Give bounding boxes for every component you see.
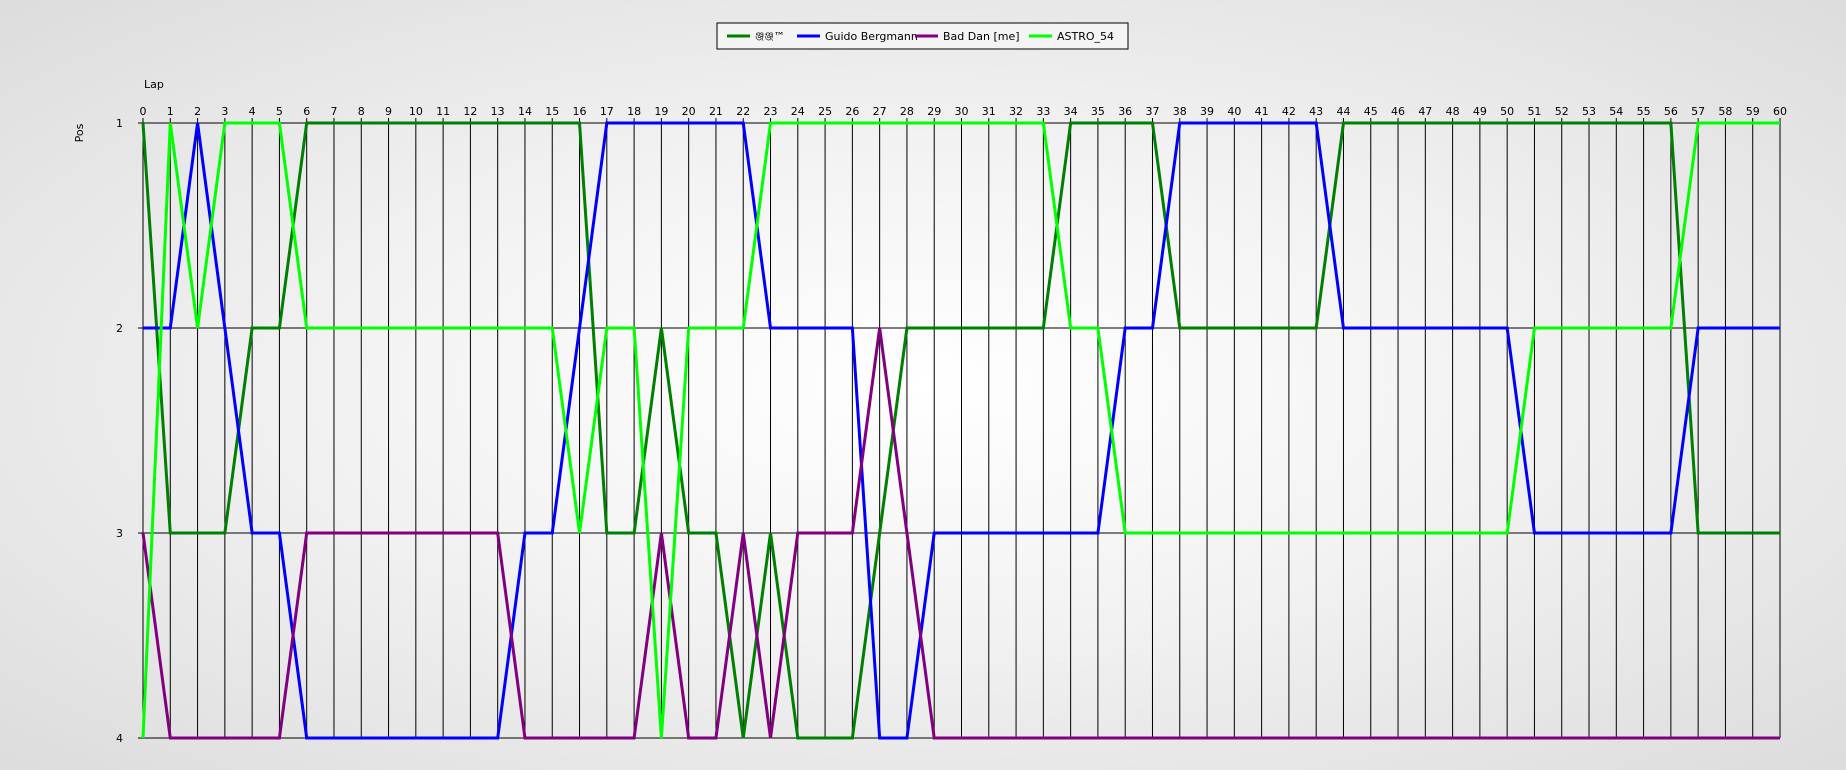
legend-label-0: ঞ্জঞ্জ™ xyxy=(755,30,785,43)
x-tick-label: 12 xyxy=(463,105,477,118)
y-tick-label: 3 xyxy=(116,527,123,540)
legend-label-1: Guido Bergmann xyxy=(825,30,918,43)
x-tick-label: 54 xyxy=(1609,105,1623,118)
x-tick-label: 32 xyxy=(1009,105,1023,118)
x-tick-label: 18 xyxy=(627,105,641,118)
x-tick-label: 28 xyxy=(900,105,914,118)
x-tick-label: 51 xyxy=(1527,105,1541,118)
y-tick-label: 4 xyxy=(116,732,123,745)
legend-label-2: Bad Dan [me] xyxy=(943,30,1020,43)
x-tick-label: 49 xyxy=(1473,105,1487,118)
x-tick-label: 9 xyxy=(385,105,392,118)
x-tick-label: 47 xyxy=(1418,105,1432,118)
x-tick-label: 29 xyxy=(927,105,941,118)
x-tick-label: 44 xyxy=(1336,105,1350,118)
legend: ঞ্জঞ্জ™ Guido Bergmann Bad Dan [me] ASTRO_5… xyxy=(716,22,1129,50)
x-tick-label: 31 xyxy=(982,105,996,118)
x-tick-label: 24 xyxy=(791,105,805,118)
x-tick-label: 42 xyxy=(1282,105,1296,118)
x-tick-label: 5 xyxy=(276,105,283,118)
x-tick-label: 57 xyxy=(1691,105,1705,118)
y-tick-label: 2 xyxy=(116,322,123,335)
x-tick-label: 41 xyxy=(1255,105,1269,118)
x-tick-label: 26 xyxy=(845,105,859,118)
x-tick-label: 25 xyxy=(818,105,832,118)
x-tick-label: 53 xyxy=(1582,105,1596,118)
x-tick-label: 40 xyxy=(1227,105,1241,118)
x-tick-label: 3 xyxy=(221,105,228,118)
x-tick-label: 6 xyxy=(303,105,310,118)
x-tick-label: 22 xyxy=(736,105,750,118)
x-tick-label: 0 xyxy=(140,105,147,118)
x-tick-label: 13 xyxy=(491,105,505,118)
grid xyxy=(142,122,1781,739)
x-tick-label: 4 xyxy=(249,105,256,118)
x-tick-label: 23 xyxy=(764,105,778,118)
y-axis-ticks: 1 2 3 4 xyxy=(116,117,143,745)
x-axis-title: Lap xyxy=(144,78,164,91)
x-tick-label: 8 xyxy=(358,105,365,118)
x-tick-label: 58 xyxy=(1718,105,1732,118)
x-tick-label: 35 xyxy=(1091,105,1105,118)
x-tick-label: 46 xyxy=(1391,105,1405,118)
y-tick-label: 1 xyxy=(116,117,123,130)
x-tick-label: 39 xyxy=(1200,105,1214,118)
x-tick-label: 1 xyxy=(167,105,174,118)
y-axis-title: Pos xyxy=(73,123,86,142)
x-tick-label: 10 xyxy=(409,105,423,118)
x-tick-label: 60 xyxy=(1773,105,1787,118)
x-tick-label: 20 xyxy=(682,105,696,118)
x-tick-label: 11 xyxy=(436,105,450,118)
x-tick-label: 38 xyxy=(1173,105,1187,118)
x-tick-label: 36 xyxy=(1118,105,1132,118)
x-tick-label: 43 xyxy=(1309,105,1323,118)
x-tick-label: 15 xyxy=(545,105,559,118)
x-tick-label: 55 xyxy=(1637,105,1651,118)
x-tick-label: 52 xyxy=(1555,105,1569,118)
x-tick-label: 30 xyxy=(955,105,969,118)
x-tick-label: 34 xyxy=(1064,105,1078,118)
x-tick-label: 17 xyxy=(600,105,614,118)
x-tick-label: 59 xyxy=(1746,105,1760,118)
race-position-chart: ঞ্জঞ্জ™ Guido Bergmann Bad Dan [me] ASTRO_5… xyxy=(73,22,1787,745)
x-tick-label: 48 xyxy=(1446,105,1460,118)
x-tick-label: 19 xyxy=(654,105,668,118)
x-tick-label: 21 xyxy=(709,105,723,118)
x-tick-label: 27 xyxy=(873,105,887,118)
x-axis-ticks: 0 1 2 3 4 5 6 7 8 9 10 11 12 13 14 15 16 17 18 19 20 21 22 23 24… xyxy=(140,105,1787,123)
x-tick-label: 56 xyxy=(1664,105,1678,118)
legend-label-3: ASTRO_54 xyxy=(1057,30,1114,43)
x-tick-label: 33 xyxy=(1036,105,1050,118)
x-tick-label: 37 xyxy=(1145,105,1159,118)
x-tick-label: 14 xyxy=(518,105,532,118)
x-tick-label: 7 xyxy=(330,105,337,118)
x-tick-label: 2 xyxy=(194,105,201,118)
x-tick-label: 16 xyxy=(573,105,587,118)
x-tick-label: 50 xyxy=(1500,105,1514,118)
x-tick-label: 45 xyxy=(1364,105,1378,118)
